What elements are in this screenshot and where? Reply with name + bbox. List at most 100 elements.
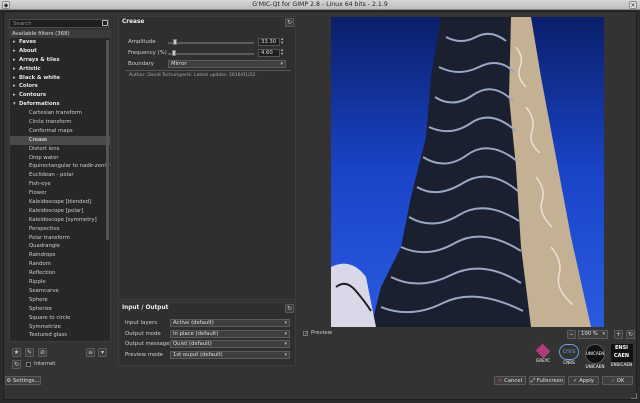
filter-item[interactable]: Fish-eye [10,180,110,189]
filter-label: Kaleidoscope [symmetry] [29,216,97,223]
filter-item[interactable]: Sphere [10,296,110,305]
filter-item[interactable]: Symmetrize [10,323,110,332]
greyc-logo: GREYC [533,343,553,363]
filter-label: Fish-eye [29,181,51,188]
amplitude-spin-icon[interactable]: ▴ ▾ [281,37,283,46]
amplitude-value[interactable]: 33.30 [258,38,280,46]
filter-item[interactable]: Ripple [10,278,110,287]
internet-checkbox[interactable] [26,362,31,367]
filter-item[interactable]: Flower [10,189,110,198]
chevron-down-icon: ▾ [284,341,287,347]
filter-item[interactable]: Equirectangular to nadir-zenith [10,162,110,171]
frequency-value[interactable]: 4.60 [258,49,280,57]
filter-category[interactable]: ▾ Deformations [10,100,110,109]
filter-label: Distort lens [29,145,60,152]
filter-tree[interactable]: Available filters (368) ▸ Faves ▸ About ▸ Arr… [9,30,111,342]
io-select[interactable]: Active (default) ▾ [170,319,290,327]
filter-label: Cartesian transform [29,110,82,117]
settings-button[interactable]: ⚙ Settings... [5,376,41,385]
filter-category[interactable]: ▸ About [10,47,110,56]
zoom-in-icon[interactable]: + [614,330,623,339]
filter-item[interactable]: Crease [10,135,110,145]
cancel-icon: ⊘ [497,378,503,384]
fullscreen-button[interactable]: ⤢ Fullscreen [529,376,565,385]
settings-label: Settings... [12,378,40,384]
filter-item[interactable]: Conformal maps [10,127,110,136]
author-note: Author: David Tschumperlé. Latest update… [129,73,257,78]
filter-item[interactable]: Raindrops [10,251,110,260]
refresh-icon[interactable]: ↻ [12,360,21,369]
refresh-preview-icon[interactable]: ↻ [626,330,635,339]
filter-category[interactable]: ▸ Black & white [10,74,110,83]
io-select[interactable]: In place (default) ▾ [170,329,290,338]
filter-item[interactable]: Twirl [10,340,110,341]
apply-button[interactable]: ✓ Apply [568,376,599,385]
filter-item[interactable]: Perspective [10,225,110,234]
chevron-down-icon: ▾ [284,330,287,337]
filter-category[interactable]: ▸ Artistic [10,65,110,74]
resize-grip-icon[interactable] [631,393,637,399]
io-select-value: In place (default) [173,330,219,337]
filter-item[interactable]: Cartesian transform [10,109,110,118]
filter-item[interactable]: Euclidean - polar [10,171,110,180]
amplitude-slider[interactable] [168,42,254,44]
filter-item[interactable]: Kaleidoscope [polar] [10,207,110,216]
filter-item[interactable]: Kaleidoscope [blended] [10,198,110,207]
zoom-value: 100 % [581,331,598,337]
filter-item[interactable]: Polar transform [10,234,110,243]
cancel-button[interactable]: ⊘ Cancel [494,376,526,385]
fullscreen-label: Fullscreen [536,378,564,384]
window-menu-icon[interactable]: ◆ [2,1,10,9]
filter-item[interactable]: Quadrangle [10,242,110,251]
filter-item[interactable]: Distort lens [10,145,110,154]
filter-item[interactable]: Kaleidoscope [symmetry] [10,216,110,225]
ok-button[interactable]: ✓ OK [602,376,633,385]
frequency-spin-icon[interactable]: ▴ ▾ [281,48,283,57]
remove-fave-icon[interactable]: ✎ [25,348,34,357]
amplitude-slider-handle[interactable] [172,39,177,45]
rename-fave-icon[interactable]: ⊘ [38,348,47,357]
filter-item[interactable]: Reflection [10,269,110,278]
filter-item[interactable]: Spherize [10,305,110,314]
search-placeholder: Search [13,21,32,27]
search-input[interactable]: Search [9,19,109,28]
zoom-out-icon[interactable]: − [567,330,576,339]
filter-scrollbar[interactable] [106,40,109,240]
io-select[interactable]: Quiet (default) ▾ [170,340,290,348]
collapse-all-icon[interactable]: ▾ [98,348,107,357]
filter-label: Faves [19,39,37,45]
reset-io-icon[interactable]: ↻ [285,304,294,313]
filter-category[interactable]: ▸ Contours [10,91,110,100]
add-fave-icon[interactable]: ★ [12,348,21,357]
filter-item[interactable]: Square to circle [10,314,110,323]
filter-category[interactable]: ▸ Faves [10,38,110,47]
filter-category[interactable]: ▸ Arrays & tiles [10,56,110,65]
filter-tree-header: Available filters (368) [10,31,110,38]
expand-all-icon[interactable]: ≡ [86,348,95,357]
preview-image[interactable] [331,17,604,327]
search-icon[interactable] [102,20,108,26]
frequency-slider[interactable] [168,53,254,55]
filter-label: Quadrangle [29,243,61,250]
filter-label: Artistic [19,65,41,72]
reset-params-icon[interactable]: ↻ [285,18,294,27]
io-select[interactable]: 1st ouput (default) ▾ [170,350,290,359]
boundary-value: Mirror [171,61,187,67]
filter-item[interactable]: Random [10,260,110,269]
boundary-select[interactable]: Mirror ▾ [168,60,286,68]
close-icon[interactable]: ✕ [629,1,637,9]
io-title: Input / Output [122,305,169,311]
filter-item[interactable]: Circle transform [10,118,110,127]
filter-category[interactable]: ▸ Colors [10,82,110,91]
filter-label: Flower [29,190,47,197]
chevron-down-icon: ▾ [602,331,605,337]
fullscreen-icon: ⤢ [530,378,535,384]
filter-label: Textured glass [29,332,68,339]
filter-item[interactable]: Seamcarve [10,287,110,296]
preview-checkbox[interactable]: ✓ [303,331,308,337]
apply-label: Apply [579,378,595,384]
zoom-select[interactable]: 100 % ▾ [578,330,608,339]
filter-item[interactable]: Textured glass [10,331,110,340]
frequency-slider-handle[interactable] [171,50,176,56]
filter-item[interactable]: Drop water [10,154,110,163]
